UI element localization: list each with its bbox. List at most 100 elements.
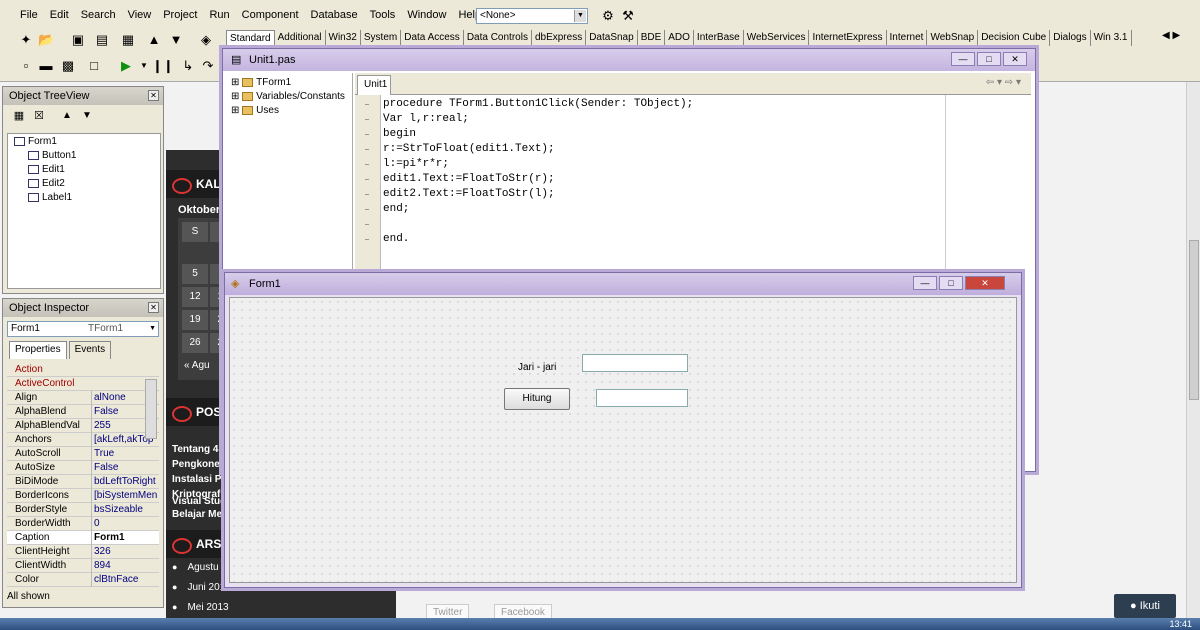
tree-root[interactable]: Form1: [14, 136, 57, 147]
maximize-icon[interactable]: □: [939, 276, 963, 290]
tree-item-edit1[interactable]: Edit1: [28, 164, 65, 175]
chevron-down-icon[interactable]: ▼: [149, 322, 156, 336]
palette-tab-bde[interactable]: BDE: [638, 30, 666, 46]
property-row[interactable]: AlphaBlend False: [7, 405, 159, 419]
palette-tab-webservices[interactable]: WebServices: [744, 30, 810, 46]
palette-tab-standard[interactable]: Standard: [226, 30, 275, 46]
trace-into-icon[interactable]: ↳: [180, 58, 196, 74]
close-icon[interactable]: ✕: [965, 276, 1005, 290]
run-dropdown-icon[interactable]: ▼: [136, 58, 152, 74]
property-row[interactable]: AutoSize False: [7, 461, 159, 475]
follow-button[interactable]: ● Ikuti: [1114, 594, 1176, 618]
object-selector[interactable]: Form1 TForm1 ▼: [7, 321, 159, 337]
palette-tab-interbase[interactable]: InterBase: [694, 30, 744, 46]
property-row[interactable]: Action: [7, 363, 159, 377]
add-file-icon[interactable]: ▲: [146, 32, 162, 48]
open-project-icon[interactable]: ▦: [120, 32, 136, 48]
palette-tab-internet[interactable]: Internet: [887, 30, 928, 46]
explorer-item-uses[interactable]: ⊞ Uses: [231, 105, 279, 116]
property-value[interactable]: Form1: [91, 531, 159, 545]
pause-icon[interactable]: ❙❙: [152, 58, 174, 74]
new-item-icon[interactable]: ▦: [11, 108, 27, 124]
arrow-down-icon[interactable]: ▼: [79, 108, 95, 124]
component-combo[interactable]: <None> ▼: [476, 8, 588, 24]
new-icon[interactable]: ✦: [18, 32, 34, 48]
menu-item-database[interactable]: Database: [305, 6, 364, 26]
view-unit-icon[interactable]: ▫: [18, 58, 34, 74]
tree-item-label1[interactable]: Label1: [28, 192, 72, 203]
property-row[interactable]: ClientWidth 894: [7, 559, 159, 573]
tree-item-edit2[interactable]: Edit2: [28, 178, 65, 189]
property-row[interactable]: BiDiMode bdLeftToRight: [7, 475, 159, 489]
tab-unit1[interactable]: Unit1: [357, 75, 391, 95]
calendar-day[interactable]: 5: [182, 264, 208, 284]
editor-nav[interactable]: ⇦ ▾ ⇨ ▾: [986, 77, 1021, 88]
chevron-down-icon[interactable]: ▼: [574, 10, 586, 22]
post-link[interactable]: Tentang 4sl: [172, 444, 227, 455]
close-icon[interactable]: ✕: [1003, 52, 1027, 66]
palette-tab-dialogs[interactable]: Dialogs: [1050, 30, 1091, 46]
chevron-left-icon[interactable]: ◀: [1162, 30, 1170, 41]
palette-tab-websnap[interactable]: WebSnap: [927, 30, 979, 46]
component-list-icon[interactable]: ⚙: [600, 8, 616, 24]
property-row[interactable]: BorderStyle bsSizeable: [7, 503, 159, 517]
palette-tab-data-controls[interactable]: Data Controls: [464, 30, 532, 46]
hitung-button[interactable]: Hitung: [504, 388, 570, 410]
menu-item-search[interactable]: Search: [75, 6, 122, 26]
calendar-day[interactable]: 19: [182, 310, 208, 330]
post-link[interactable]: Visual Studi: [172, 496, 229, 507]
post-link[interactable]: Instalasi Pe: [172, 474, 227, 485]
tab-events[interactable]: Events: [68, 341, 112, 359]
property-value[interactable]: False: [91, 461, 159, 475]
archive-link[interactable]: Juni 201: [172, 582, 225, 593]
property-row[interactable]: Align alNone: [7, 391, 159, 405]
property-row[interactable]: AutoScroll True: [7, 447, 159, 461]
property-row[interactable]: BorderWidth 0: [7, 517, 159, 531]
property-value[interactable]: 326: [91, 545, 159, 559]
run-icon[interactable]: ▶: [118, 58, 134, 74]
palette-tab-internetexpress[interactable]: InternetExpress: [809, 30, 887, 46]
palette-tab-decision-cube[interactable]: Decision Cube: [978, 30, 1051, 46]
maximize-icon[interactable]: □: [977, 52, 1001, 66]
close-icon[interactable]: ✕: [148, 302, 159, 313]
palette-scroll[interactable]: ◀ ▶: [1162, 30, 1180, 41]
tree-item-button1[interactable]: Button1: [28, 150, 76, 161]
arrow-right-icon[interactable]: ⇨: [1005, 77, 1013, 88]
property-value[interactable]: bsSizeable: [91, 503, 159, 517]
tab-properties[interactable]: Properties: [9, 341, 67, 359]
arrow-left-icon[interactable]: ⇦: [986, 77, 994, 88]
menu-item-file[interactable]: File: [14, 6, 44, 26]
step-over-icon[interactable]: ↷: [200, 58, 216, 74]
property-value[interactable]: clBtnFace: [91, 573, 159, 587]
page-scrollbar[interactable]: [1186, 60, 1200, 620]
property-value[interactable]: bdLeftToRight: [91, 475, 159, 489]
menu-item-view[interactable]: View: [122, 6, 158, 26]
close-icon[interactable]: ✕: [148, 90, 159, 101]
property-value[interactable]: [biSystemMen: [91, 489, 159, 503]
arrow-up-icon[interactable]: ▲: [59, 108, 75, 124]
menu-item-edit[interactable]: Edit: [44, 6, 75, 26]
property-value[interactable]: True: [91, 447, 159, 461]
property-value[interactable]: 0: [91, 517, 159, 531]
scrollbar-thumb[interactable]: [1189, 240, 1199, 400]
inspector-scrollbar[interactable]: [145, 379, 157, 439]
save-icon[interactable]: ▣: [70, 32, 86, 48]
help-icon[interactable]: ◈: [198, 32, 214, 48]
palette-tab-win32[interactable]: Win32: [326, 30, 361, 46]
explorer-item-variables[interactable]: ⊞ Variables/Constants: [231, 91, 345, 102]
property-row[interactable]: Anchors [akLeft,akTop: [7, 433, 159, 447]
calendar-day[interactable]: 26: [182, 333, 208, 353]
toggle-icon[interactable]: ▩: [60, 58, 76, 74]
edit2-input[interactable]: [596, 389, 688, 407]
archive-link[interactable]: Mei 2013: [172, 602, 228, 613]
property-row[interactable]: ClientHeight 326: [7, 545, 159, 559]
menu-item-run[interactable]: Run: [203, 6, 235, 26]
minimize-icon[interactable]: —: [951, 52, 975, 66]
property-value[interactable]: 894: [91, 559, 159, 573]
palette-tab-additional[interactable]: Additional: [275, 30, 326, 46]
new-form-icon[interactable]: □: [86, 58, 102, 74]
palette-tab-data-access[interactable]: Data Access: [401, 30, 464, 46]
palette-tab-datasnap[interactable]: DataSnap: [586, 30, 638, 46]
archive-link[interactable]: Agustu: [172, 562, 218, 573]
menu-item-component[interactable]: Component: [236, 6, 305, 26]
